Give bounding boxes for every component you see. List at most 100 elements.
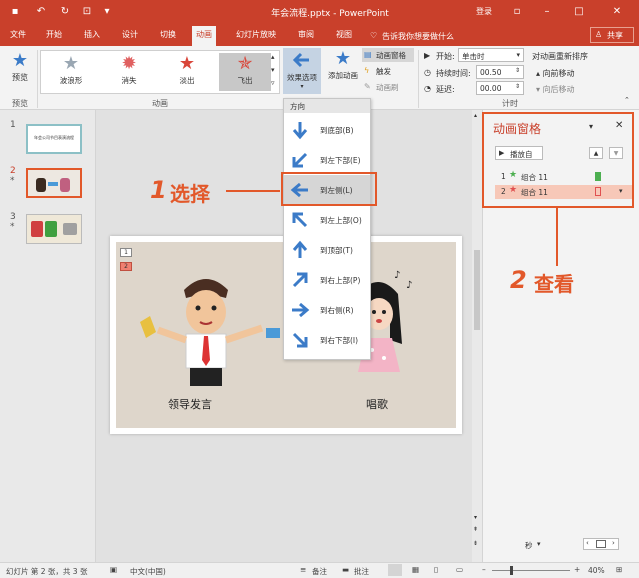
slide-count-status: 幻灯片 第 2 张，共 3 张 — [6, 567, 88, 576]
timeline-zoom[interactable]: ‹ › — [583, 538, 619, 550]
dropdown-header: 方向 — [284, 99, 370, 113]
tell-me-box[interactable]: 告诉我你想要做什么 — [382, 31, 454, 42]
gallery-item-wave[interactable]: ★ 波浪形 — [45, 53, 97, 91]
animation-star-icon: * — [10, 222, 15, 232]
gallery-item-fly-out[interactable]: ✯ 飞出 — [219, 53, 271, 91]
animation-gallery: ★ 波浪形 ✹ 消失 ★ 淡出 ✯ 飞出 ▴ ▾ ▿ — [40, 50, 280, 94]
slide-thumbnail-2[interactable] — [26, 168, 82, 198]
save-icon[interactable]: ▪ — [8, 5, 22, 19]
redo-icon[interactable]: ↻ — [58, 5, 72, 19]
arrow-up-icon — [292, 240, 308, 258]
notes-button[interactable]: 备注 — [312, 566, 327, 577]
spelling-icon[interactable]: ▣ — [110, 565, 117, 574]
spinner-icon[interactable]: ⇕ — [515, 67, 520, 74]
customize-toolbar-icon[interactable]: ▾ — [100, 5, 114, 19]
gallery-item-disappear[interactable]: ✹ 消失 — [103, 53, 155, 91]
direction-to-bottom-left[interactable]: 到左下部(E) — [284, 145, 370, 175]
tab-slideshow[interactable]: 幻灯片放映 — [232, 28, 280, 42]
maximize-icon[interactable]: □ — [572, 5, 586, 19]
zoom-out-icon[interactable]: – — [482, 565, 486, 574]
tab-animations[interactable]: 动画 — [192, 26, 216, 46]
animation-pane-button[interactable]: ▤ 动画窗格 — [362, 48, 414, 62]
next-slide-icon[interactable]: ⇟ — [473, 540, 478, 547]
tab-design[interactable]: 设计 — [118, 28, 142, 42]
language-status[interactable]: 中文(中国) — [130, 566, 166, 577]
seconds-label: 秒 — [525, 541, 533, 550]
slide-thumbnail-3[interactable] — [26, 214, 82, 244]
animation-pane-label: 动画窗格 — [376, 51, 406, 60]
close-icon[interactable]: ✕ — [610, 5, 624, 19]
effect-options-label: 效果选项 — [287, 73, 317, 82]
start-select[interactable]: 单击时 ▾ — [458, 48, 524, 62]
direction-to-bottom[interactable]: 到底部(B) — [284, 115, 370, 145]
zoom-level[interactable]: 40% — [588, 566, 605, 575]
tab-view[interactable]: 视图 — [332, 28, 356, 42]
direction-to-right[interactable]: 到右侧(R) — [284, 295, 370, 325]
tab-insert[interactable]: 插入 — [80, 28, 104, 42]
tab-home[interactable]: 开始 — [42, 28, 66, 42]
slide-thumbnail-1[interactable]: 年会公司节目表演流程 — [26, 124, 82, 154]
trigger-button[interactable]: ϟ 触发 — [362, 64, 414, 78]
delay-input[interactable]: 00.00 ⇕ — [476, 81, 524, 95]
gallery-item-label: 淡出 — [179, 76, 195, 85]
login-link[interactable]: 登录 — [476, 6, 492, 17]
gallery-item-label: 消失 — [121, 76, 137, 85]
minimize-icon[interactable]: – — [540, 5, 554, 19]
direction-label: 到底部(B) — [320, 126, 354, 135]
start-presentation-icon[interactable]: ⊡ — [80, 5, 94, 19]
direction-label: 到左上部(O) — [320, 216, 362, 225]
direction-label: 到顶部(T) — [320, 246, 353, 255]
gallery-scroll-up-icon[interactable]: ▴ — [271, 53, 275, 61]
zoom-slider-thumb[interactable] — [510, 566, 513, 575]
tab-file[interactable]: 文件 — [6, 28, 30, 42]
share-label: 共享 — [607, 31, 623, 40]
direction-to-top[interactable]: 到顶部(T) — [284, 235, 370, 265]
spinner-icon[interactable]: ⇕ — [515, 83, 520, 90]
add-star-icon: ★ — [334, 48, 352, 69]
scroll-down-icon[interactable]: ▾ — [474, 514, 477, 521]
add-animation-button[interactable]: ★ 添加动画 — [326, 48, 360, 94]
powerpoint-window: ▪ ↶ ↻ ⊡ ▾ 年会流程.pptx - PowerPoint 登录 ▫ – … — [0, 0, 639, 578]
comments-button[interactable]: 批注 — [354, 566, 369, 577]
move-earlier-button[interactable]: ▴ 向前移动 — [536, 68, 575, 79]
comment-icon: ▬ — [342, 565, 350, 574]
direction-to-top-right[interactable]: 到右上部(P) — [284, 265, 370, 295]
share-button[interactable]: ♙ 共享 — [590, 27, 634, 43]
direction-label: 到右下部(I) — [320, 336, 359, 345]
tab-transitions[interactable]: 切换 — [156, 28, 180, 42]
star-preview-icon: ★ — [11, 50, 29, 71]
fit-slide-icon[interactable]: ⊞ — [616, 565, 622, 574]
previous-slide-icon[interactable]: ⇞ — [473, 526, 478, 533]
zoom-slider[interactable] — [492, 570, 570, 571]
vertical-scrollbar[interactable]: ▴ ▾ ⇞ ⇟ — [472, 110, 482, 562]
reading-view-icon[interactable]: ▯ — [434, 565, 438, 574]
normal-view-icon[interactable] — [388, 564, 402, 576]
callout-number-1: 1 — [150, 176, 167, 204]
gallery-item-fade[interactable]: ★ 淡出 — [161, 53, 213, 91]
scroll-thumb[interactable] — [474, 250, 480, 330]
effect-options-button[interactable]: 效果选项 ▾ — [283, 48, 321, 94]
group-divider — [37, 50, 38, 108]
zoom-in-icon[interactable]: + — [574, 565, 580, 574]
direction-label: 到右侧(R) — [320, 306, 354, 315]
duration-input[interactable]: 00.50 ⇕ — [476, 65, 524, 79]
notes-icon: ≡ — [300, 565, 307, 574]
gallery-scroll-down-icon[interactable]: ▾ — [271, 66, 275, 74]
animation-painter-button[interactable]: ✎ 动画刷 — [362, 80, 414, 94]
seconds-dropdown-icon[interactable]: ▾ — [537, 540, 541, 548]
gallery-more-icon[interactable]: ▿ — [271, 79, 275, 87]
direction-to-top-left[interactable]: 到左上部(O) — [284, 205, 370, 235]
tab-review[interactable]: 审阅 — [294, 28, 318, 42]
preview-button[interactable]: ★ 预览 — [6, 50, 34, 94]
direction-to-bottom-right[interactable]: 到右下部(I) — [284, 325, 370, 355]
ribbon-display-icon[interactable]: ▫ — [510, 5, 524, 19]
timeline-box — [596, 540, 606, 548]
scroll-up-icon[interactable]: ▴ — [474, 112, 477, 119]
lightbulb-icon: ♡ — [370, 31, 378, 40]
undo-icon[interactable]: ↶ — [34, 5, 48, 19]
slideshow-icon[interactable]: ▭ — [456, 565, 463, 574]
collapse-ribbon-icon[interactable]: ⌃ — [624, 96, 630, 104]
move-later-button[interactable]: ▾ 向后移动 — [536, 84, 575, 95]
animation-tag: 1 — [120, 248, 132, 257]
slide-sorter-icon[interactable]: ▦ — [412, 565, 419, 574]
